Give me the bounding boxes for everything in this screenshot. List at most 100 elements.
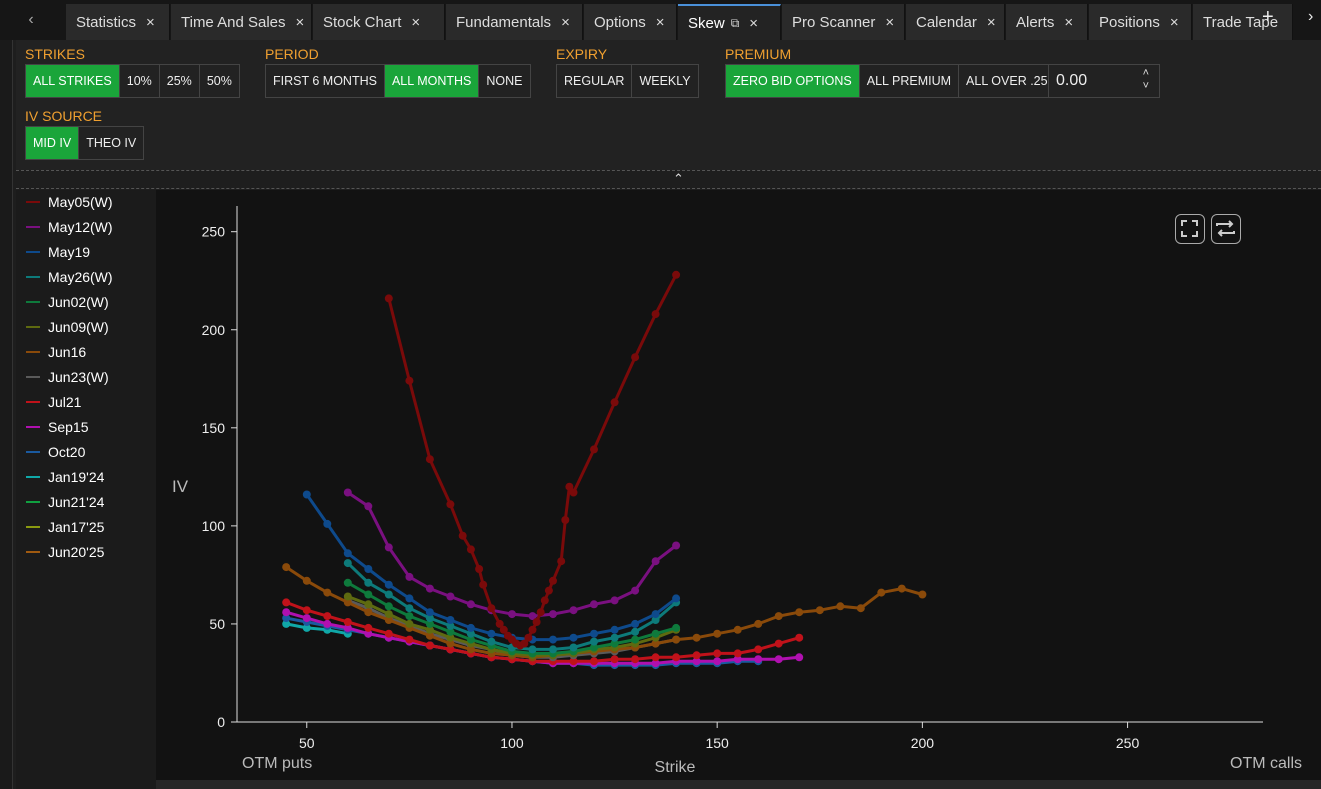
fullscreen-icon[interactable]	[1175, 214, 1205, 244]
data-point	[672, 653, 681, 662]
data-point	[384, 543, 393, 552]
legend-item[interactable]: Jul21	[26, 394, 81, 410]
data-point	[774, 639, 783, 648]
iv-source-option-button[interactable]: THEO IV	[79, 127, 144, 159]
tab-bar: ‹ Statistics × Time And Sales × Stock Chart ×…	[0, 0, 1321, 40]
legend-item[interactable]: Jun21'24	[26, 494, 104, 510]
tab-time-and-sales[interactable]: Time And Sales ×	[171, 4, 312, 40]
close-icon[interactable]: ×	[146, 14, 155, 31]
period-label: PERIOD	[265, 46, 319, 62]
y-tick-label: 100	[202, 518, 226, 534]
collapse-panel-icon[interactable]: ⌃	[673, 171, 684, 187]
data-point	[631, 655, 640, 664]
strikes-option-button[interactable]: 50%	[199, 65, 239, 97]
close-icon[interactable]: ×	[296, 14, 305, 31]
data-point	[405, 572, 414, 581]
close-icon[interactable]: ×	[561, 14, 570, 31]
premium-label: PREMIUM	[725, 46, 792, 62]
legend-item[interactable]: Jun09(W)	[26, 319, 109, 335]
data-point	[405, 635, 414, 644]
strikes-option-button[interactable]: 10%	[119, 65, 160, 97]
data-point	[774, 655, 783, 664]
legend-item[interactable]: May05(W)	[26, 194, 113, 210]
legend-label: Jun23(W)	[48, 369, 109, 385]
legend-label: Jun21'24	[48, 494, 105, 510]
data-point	[446, 616, 455, 624]
data-point	[672, 270, 681, 279]
data-point	[549, 576, 557, 585]
legend-item[interactable]: May19	[26, 244, 90, 260]
legend-item[interactable]: Jun20'25	[26, 544, 104, 560]
swap-icon[interactable]	[1211, 214, 1241, 244]
legend-swatch	[26, 276, 40, 278]
legend-item[interactable]: Jan19'24	[26, 469, 104, 485]
premium-option-button[interactable]: ZERO BID OPTIONS	[726, 65, 860, 97]
data-point	[815, 606, 824, 615]
legend-swatch	[26, 351, 40, 353]
data-point	[733, 649, 742, 658]
add-tab-icon[interactable]: +	[1262, 6, 1274, 29]
data-point	[557, 557, 566, 566]
premium-option-button[interactable]: ALL OVER .25	[959, 65, 1055, 97]
strikes-option-button[interactable]: ALL STRIKES	[26, 65, 120, 97]
tab-statistics[interactable]: Statistics ×	[66, 4, 170, 40]
data-point	[590, 600, 598, 609]
legend-item[interactable]: May26(W)	[26, 269, 113, 285]
data-point	[713, 657, 722, 666]
iv-source-option-button[interactable]: MID IV	[26, 127, 80, 159]
expiry-option-button[interactable]: REGULAR	[557, 65, 633, 97]
period-option-button[interactable]: NONE	[479, 65, 530, 97]
data-point	[384, 580, 393, 589]
legend-item[interactable]: Sep15	[26, 419, 88, 435]
legend-item[interactable]: Jun23(W)	[26, 369, 109, 385]
data-point	[549, 635, 557, 644]
data-point	[384, 610, 393, 619]
data-point	[651, 629, 660, 638]
skew-controls-panel: STRIKES ALL STRIKES 10% 25% 50% PERIOD FIRS…	[16, 40, 1321, 170]
period-option-button[interactable]: ALL MONTHS	[384, 65, 480, 97]
data-point	[569, 606, 578, 615]
legend-label: Sep15	[48, 419, 89, 435]
y-axis-label: IV	[172, 477, 189, 496]
close-icon[interactable]: ×	[1170, 14, 1179, 31]
tab-calendar[interactable]: Calendar ×	[906, 4, 1005, 40]
close-icon[interactable]: ×	[749, 15, 758, 32]
close-icon[interactable]: ×	[411, 14, 420, 31]
tab-trade-tape[interactable]: Trade Tape	[1193, 4, 1293, 40]
data-point	[364, 565, 373, 573]
y-tick-label: 0	[217, 714, 225, 730]
data-point	[651, 653, 660, 662]
close-icon[interactable]: ×	[987, 14, 996, 31]
strikes-option-button[interactable]: 25%	[159, 65, 200, 97]
tab-stock-chart[interactable]: Stock Chart ×	[313, 4, 445, 40]
data-point	[631, 619, 640, 628]
tab-scroll-left-icon[interactable]: ‹	[0, 0, 62, 40]
premium-value-input[interactable]: 0.00 ˄ ˅	[1048, 64, 1160, 98]
close-icon[interactable]: ×	[1064, 14, 1073, 31]
legend-item[interactable]: Jun02(W)	[26, 294, 109, 310]
data-point	[549, 610, 557, 619]
stepper-icon[interactable]: ˄ ˅	[1143, 67, 1149, 93]
popout-icon[interactable]: ⧉	[731, 16, 740, 31]
tab-options[interactable]: Options ×	[584, 4, 677, 40]
tab-pro-scanner[interactable]: Pro Scanner ×	[782, 4, 905, 40]
close-icon[interactable]: ×	[885, 14, 894, 31]
data-point	[561, 516, 570, 524]
tab-positions[interactable]: Positions ×	[1089, 4, 1192, 40]
expiry-option-button[interactable]: WEEKLY	[632, 65, 698, 97]
tab-skew[interactable]: Skew ⧉ ×	[678, 4, 781, 40]
legend-item[interactable]: May12(W)	[26, 219, 113, 235]
data-point	[384, 590, 393, 599]
legend-item[interactable]: Jun16	[26, 344, 86, 360]
premium-option-button[interactable]: ALL PREMIUM	[859, 65, 960, 97]
tab-alerts[interactable]: Alerts ×	[1006, 4, 1088, 40]
tab-scroll-right-icon[interactable]: ›	[1308, 8, 1313, 26]
divider	[16, 170, 1321, 171]
period-option-button[interactable]: FIRST 6 MONTHS	[266, 65, 385, 97]
data-point	[405, 376, 414, 385]
legend-item[interactable]: Jan17'25	[26, 519, 104, 535]
close-icon[interactable]: ×	[656, 14, 665, 31]
legend-item[interactable]: Oct20	[26, 444, 85, 460]
tab-fundamentals[interactable]: Fundamentals ×	[446, 4, 583, 40]
data-point	[343, 578, 352, 587]
